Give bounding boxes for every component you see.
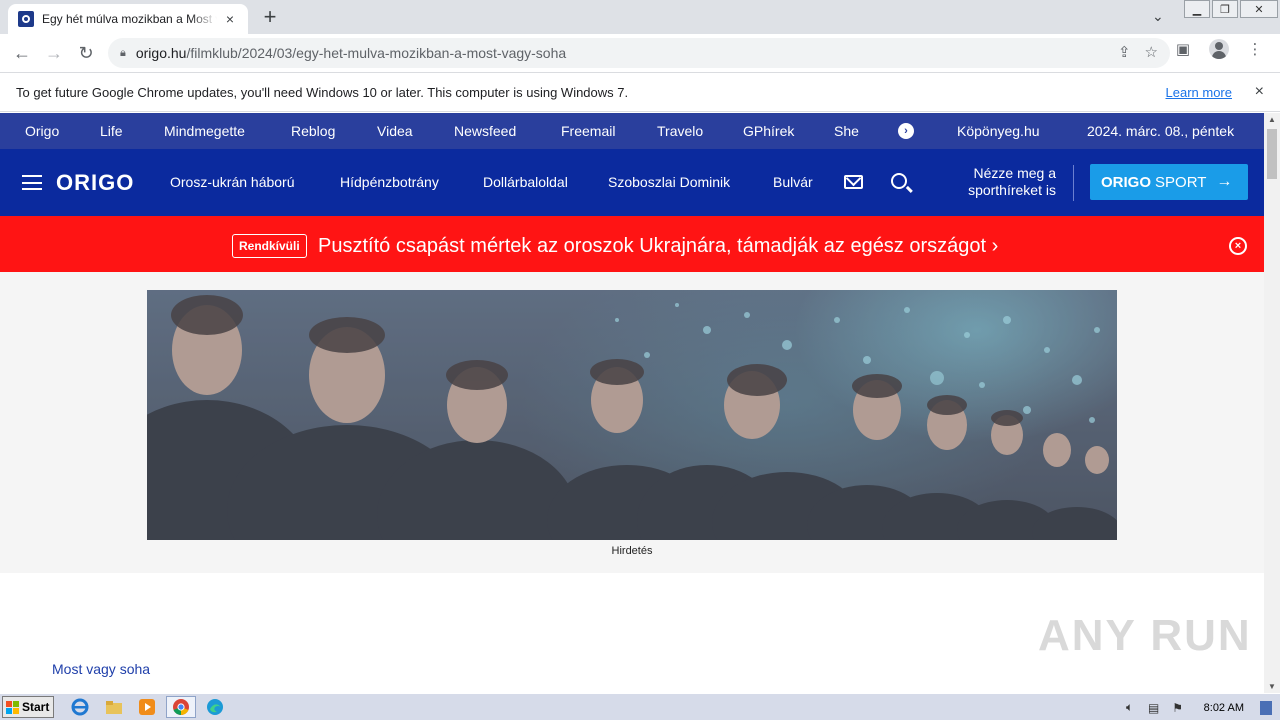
close-window-button[interactable]: ✕: [1240, 0, 1278, 18]
network-link-origo[interactable]: Origo: [25, 123, 59, 139]
browser-tab[interactable]: Egy hét múlva mozikban a Most vagy soha …: [8, 4, 248, 34]
windows-flag-icon: [6, 700, 19, 714]
network-link-newsfeed[interactable]: Newsfeed: [454, 123, 516, 139]
web-page: Origo Life Mindmegette Reblog Videa News…: [0, 113, 1264, 693]
network-link-reblog[interactable]: Reblog: [291, 123, 335, 139]
windows-taskbar: Start 🔈︎ ▤ ⚑ 8:02 AM: [0, 693, 1280, 720]
network-link-travelo[interactable]: Travelo: [657, 123, 703, 139]
chrome-icon[interactable]: [166, 696, 196, 718]
network-link-life[interactable]: Life: [100, 123, 123, 139]
current-date: 2024. márc. 08., péntek: [1087, 123, 1235, 139]
search-icon[interactable]: [891, 173, 907, 189]
back-icon[interactable]: ←: [6, 37, 38, 69]
screen: Egy hét múlva mozikban a Most vagy soha …: [0, 0, 1280, 720]
arrow-right-icon: →: [1216, 173, 1233, 190]
new-tab-button[interactable]: +: [258, 6, 282, 28]
weather-link[interactable]: Köpönyeg.hu: [957, 123, 1040, 139]
share-icon[interactable]: ⇪: [1118, 43, 1131, 61]
start-button[interactable]: Start: [2, 696, 54, 718]
start-label: Start: [22, 700, 50, 714]
mail-icon[interactable]: [844, 175, 863, 189]
origo-favicon: [18, 11, 34, 27]
minimize-button[interactable]: ▁: [1184, 0, 1210, 18]
restore-button[interactable]: ❐: [1212, 0, 1238, 18]
ad-banner-image[interactable]: [147, 290, 1117, 540]
url-host: origo.hu: [135, 45, 187, 61]
sport-button-brand: ORIGO: [1101, 173, 1152, 191]
learn-more-link[interactable]: Learn more: [1166, 85, 1232, 100]
network-nav: Origo Life Mindmegette Reblog Videa News…: [0, 113, 1264, 149]
page-scrollbar[interactable]: ▲ ▼: [1264, 113, 1280, 693]
nav-divider: [1073, 165, 1074, 201]
profile-icon[interactable]: [1208, 38, 1230, 60]
sidepanel-icon[interactable]: ▣: [1172, 38, 1194, 60]
address-bar[interactable]: 🔒︎ origo.hu/filmklub/2024/03/egy-het-mul…: [108, 38, 1170, 68]
nav-link-dollar-left[interactable]: Dollárbaloldal: [483, 174, 568, 190]
nav-link-war[interactable]: Orosz-ukrán háború: [170, 174, 295, 190]
scroll-up-icon[interactable]: ▲: [1268, 115, 1276, 124]
network-link-she[interactable]: She: [834, 123, 859, 139]
network-link-mindmegette[interactable]: Mindmegette: [164, 123, 245, 139]
reload-icon[interactable]: ↻: [70, 37, 102, 69]
breaking-headline[interactable]: Pusztító csapást mértek az oroszok Ukraj…: [318, 235, 998, 258]
star-icon[interactable]: ☆: [1145, 43, 1158, 61]
show-desktop-button[interactable]: [1260, 700, 1272, 715]
nav-link-bulvar[interactable]: Bulvár: [773, 174, 813, 190]
audience-illustration: [147, 290, 1117, 540]
ad-area: Hirdetés: [0, 272, 1264, 573]
network-link-videa[interactable]: Videa: [377, 123, 413, 139]
network-more-icon[interactable]: ›: [898, 123, 914, 139]
origo-sport-button[interactable]: ORIGO SPORT →: [1090, 164, 1248, 200]
ie-icon[interactable]: [70, 697, 90, 717]
network-link-gphirek[interactable]: GPhírek: [743, 123, 794, 139]
explorer-icon[interactable]: [104, 697, 124, 717]
url-text: origo.hu/filmklub/2024/03/egy-het-mulva-…: [136, 45, 566, 61]
menu-icon[interactable]: ⋮: [1244, 38, 1266, 60]
anyrun-watermark: ANY RUN: [1038, 611, 1252, 660]
promo-line-2: sporthíreket is: [968, 182, 1056, 198]
omnibox-actions: ⇪ ☆: [1118, 43, 1158, 61]
infobar-close-icon[interactable]: ×: [1255, 83, 1264, 101]
volume-icon[interactable]: 🔈︎: [1122, 700, 1138, 716]
breaking-news-bar[interactable]: Rendkívüli Pusztító csapást mértek az or…: [0, 216, 1264, 272]
article-breadcrumb-link[interactable]: Most vagy soha: [52, 661, 150, 677]
sport-promo-text: Nézze meg a sporthíreket is: [948, 165, 1056, 199]
promo-line-1: Nézze meg a: [973, 165, 1056, 181]
origo-logo[interactable]: ORIGO: [56, 170, 134, 196]
update-infobar: To get future Google Chrome updates, you…: [0, 72, 1280, 112]
forward-icon[interactable]: →: [38, 37, 70, 69]
lock-icon[interactable]: 🔒︎: [120, 47, 126, 60]
scroll-down-icon[interactable]: ▼: [1268, 682, 1276, 691]
ad-caption: Hirdetés: [611, 545, 653, 557]
edge-icon[interactable]: [205, 697, 225, 717]
taskbar-clock[interactable]: 8:02 AM: [1204, 702, 1244, 714]
window-controls: ▁ ❐ ✕: [1182, 0, 1278, 22]
tab-title: Egy hét múlva mozikban a Most vagy soha: [42, 12, 217, 26]
media-player-icon[interactable]: [137, 697, 157, 717]
tab-strip: Egy hét múlva mozikban a Most vagy soha …: [0, 0, 1280, 34]
tab-close-icon[interactable]: ×: [222, 11, 238, 27]
infobar-message: To get future Google Chrome updates, you…: [16, 84, 629, 100]
circle-close-icon[interactable]: ×: [1229, 237, 1247, 255]
action-center-icon[interactable]: ⚑: [1170, 700, 1186, 716]
breaking-badge: Rendkívüli: [232, 234, 307, 258]
nav-link-szoboszlai[interactable]: Szoboszlai Dominik: [608, 174, 730, 190]
scroll-thumb[interactable]: [1267, 129, 1277, 179]
toolbar-right: ▣ ⋮: [1172, 38, 1266, 60]
main-nav: ORIGO Orosz-ukrán háború Hídpénzbotrány …: [0, 149, 1264, 216]
hamburger-icon[interactable]: [22, 175, 42, 190]
browser-toolbar: ← → ↻ 🔒︎ origo.hu/filmklub/2024/03/egy-h…: [0, 34, 1280, 72]
tab-search-icon[interactable]: ⌄: [1152, 8, 1164, 25]
nav-link-bridge-scandal[interactable]: Hídpénzbotrány: [340, 174, 439, 190]
network-link-freemail[interactable]: Freemail: [561, 123, 615, 139]
system-tray: 🔈︎ ▤ ⚑ 8:02 AM: [1122, 694, 1280, 720]
network-icon[interactable]: ▤: [1146, 700, 1162, 716]
sport-button-label: SPORT: [1155, 173, 1207, 191]
url-path: /filmklub/2024/03/egy-het-mulva-mozikban…: [186, 45, 567, 61]
